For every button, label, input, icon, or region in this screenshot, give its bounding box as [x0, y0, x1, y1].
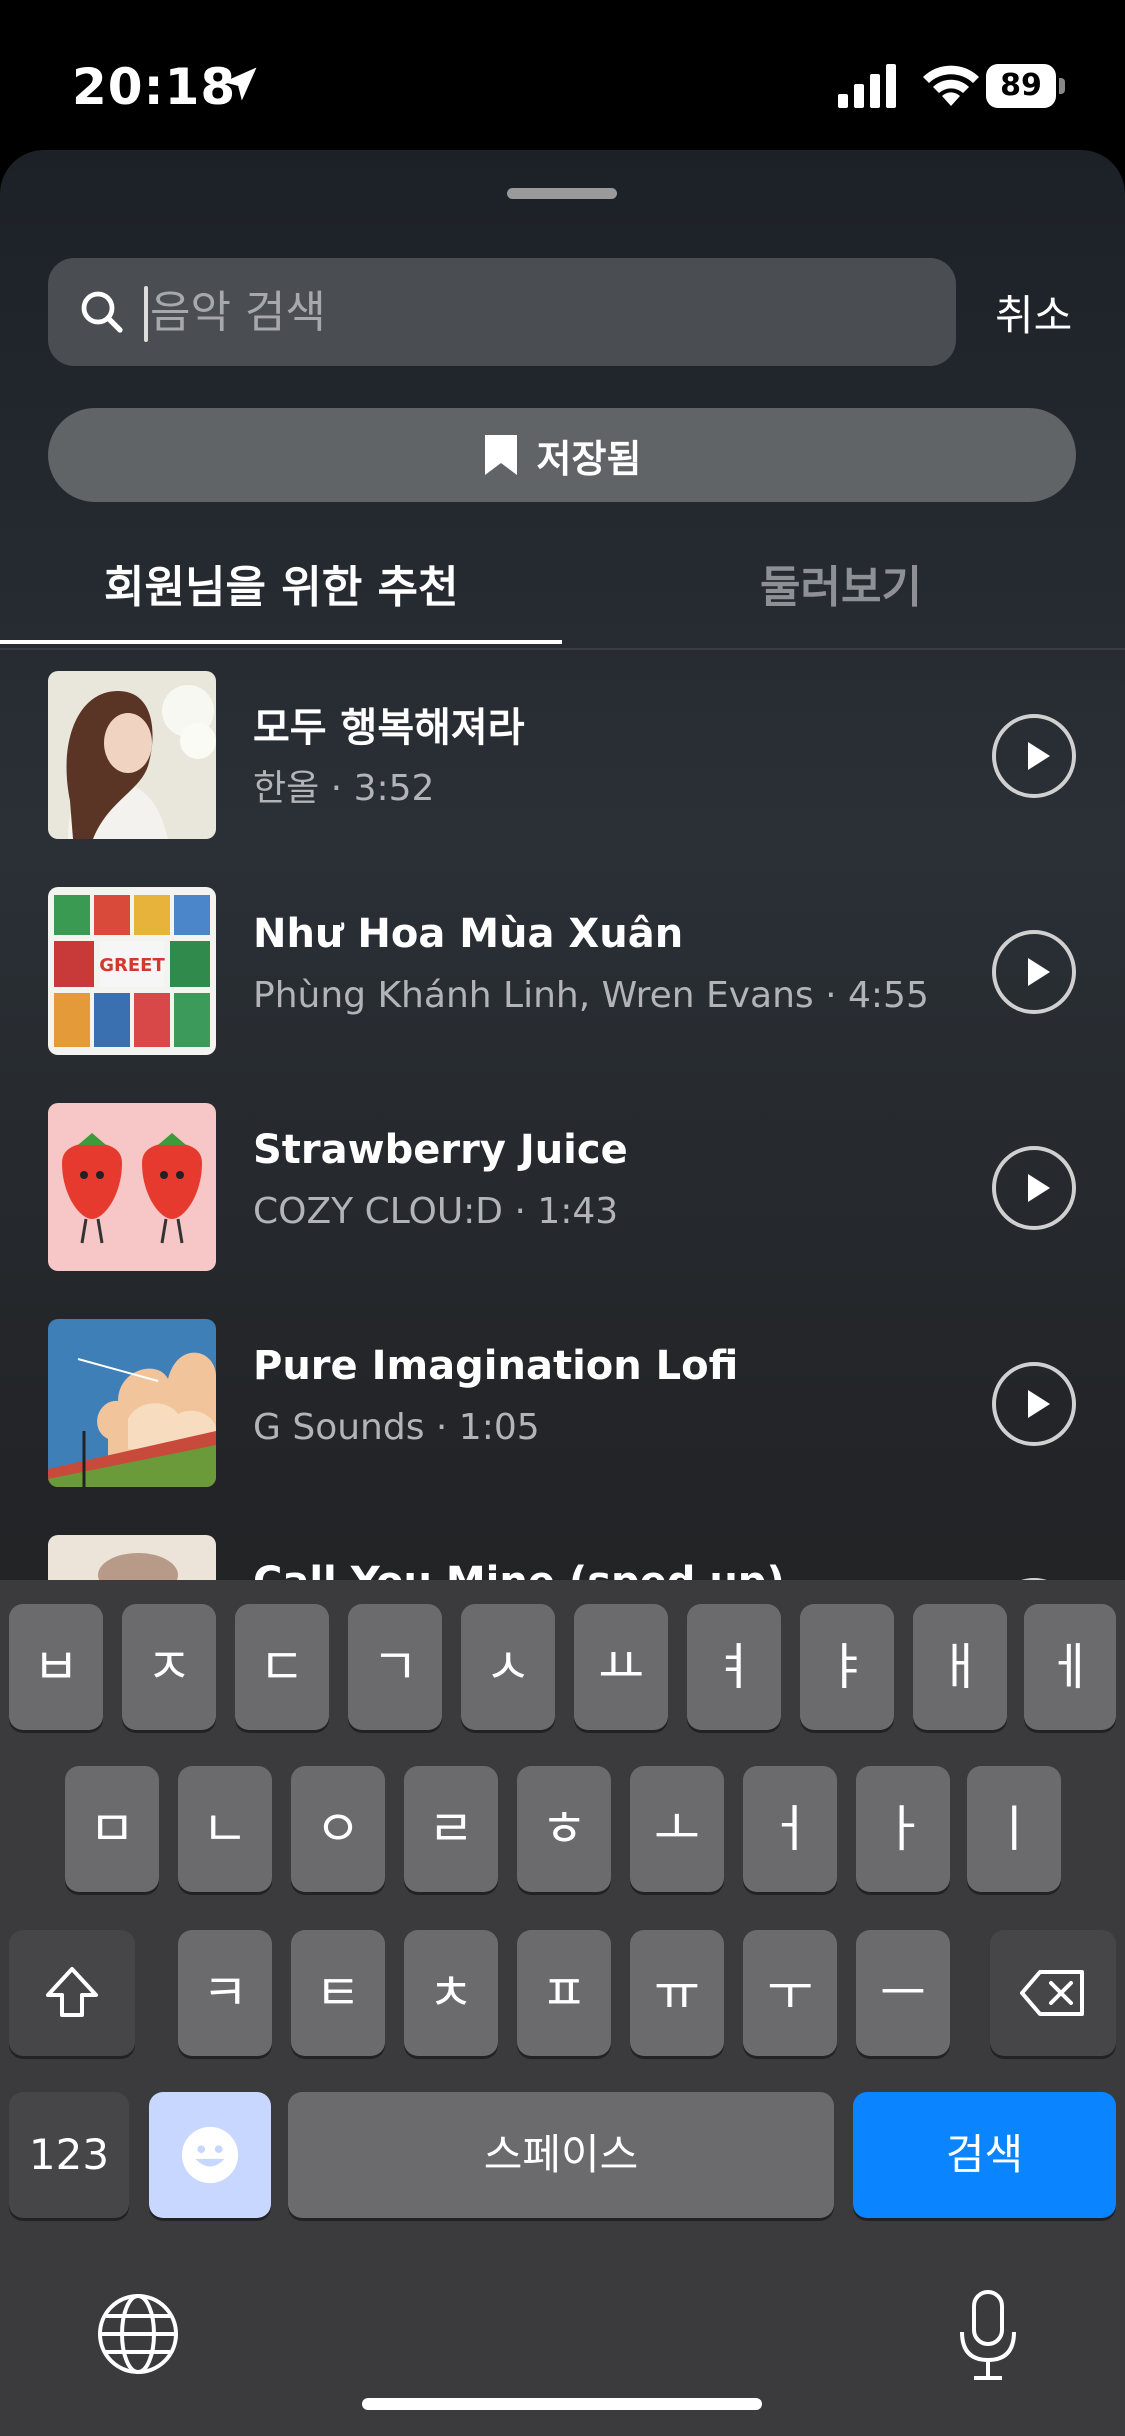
search-icon [81, 291, 123, 333]
tab-bar: 회원님을 위한 추천 둘러보기 [0, 530, 1125, 650]
key[interactable]: ㄴ [178, 1766, 272, 1892]
search-key[interactable]: 검색 [853, 2092, 1116, 2218]
microphone-icon[interactable] [956, 2288, 1020, 2384]
play-button[interactable] [992, 714, 1076, 798]
emoji-icon [181, 2126, 239, 2184]
key[interactable]: ㅛ [574, 1604, 668, 1730]
key[interactable]: ㅁ [65, 1766, 159, 1892]
cellular-signal-icon [838, 64, 896, 108]
key[interactable]: ㅔ [1024, 1604, 1116, 1730]
track-row[interactable]: Pure Imagination Lofi G Sounds · 1:05 [0, 1319, 1125, 1499]
key[interactable]: ㅡ [856, 1930, 950, 2056]
album-art [48, 1103, 216, 1271]
play-icon [1028, 1390, 1050, 1418]
key[interactable]: ㅕ [687, 1604, 781, 1730]
battery-indicator: 89 [986, 64, 1066, 108]
shift-icon [46, 1967, 98, 2017]
battery-level: 89 [986, 64, 1056, 108]
status-time: 20:18 [72, 58, 237, 116]
key[interactable]: ㅊ [404, 1930, 498, 2056]
active-tab-indicator [0, 640, 562, 644]
album-art [48, 671, 216, 839]
tab-browse[interactable]: 둘러보기 [760, 530, 922, 648]
track-row[interactable]: GREET Như Hoa Mùa Xuân Phùng Khánh Linh,… [0, 887, 1125, 1067]
key[interactable]: ㅈ [122, 1604, 216, 1730]
play-icon [1028, 1174, 1050, 1202]
play-button[interactable] [992, 1146, 1076, 1230]
key[interactable]: ㅓ [743, 1766, 837, 1892]
tab-recommended[interactable]: 회원님을 위한 추천 [104, 530, 458, 648]
play-button[interactable] [992, 930, 1076, 1014]
key[interactable]: ㅅ [461, 1604, 555, 1730]
globe-icon[interactable] [96, 2292, 180, 2376]
wifi-icon [923, 65, 979, 106]
cancel-button[interactable]: 취소 [995, 282, 1072, 343]
play-icon [1028, 958, 1050, 986]
backspace-icon [1020, 1970, 1084, 2016]
track-meta: G Sounds · 1:05 [253, 1407, 540, 1448]
status-bar: 20:18 89 [0, 0, 1125, 150]
delete-key[interactable] [990, 1930, 1116, 2056]
key[interactable]: ㅗ [630, 1766, 724, 1892]
location-arrow-icon [223, 67, 257, 101]
track-row[interactable]: Strawberry Juice COZY CLOU:D · 1:43 [0, 1103, 1125, 1283]
key[interactable]: ㅐ [913, 1604, 1007, 1730]
play-button[interactable] [992, 1362, 1076, 1446]
track-meta: 한올 · 3:52 [253, 768, 435, 809]
key[interactable]: ㅜ [743, 1930, 837, 2056]
album-art: GREET [48, 887, 216, 1055]
battery-cap [1059, 78, 1065, 94]
key[interactable]: ㅋ [178, 1930, 272, 2056]
key[interactable]: ㅍ [517, 1930, 611, 2056]
track-title: Pure Imagination Lofi [253, 1343, 739, 1389]
play-icon [1028, 742, 1050, 770]
track-meta: COZY CLOU:D · 1:43 [253, 1191, 619, 1232]
key[interactable]: ㅏ [856, 1766, 950, 1892]
emoji-key[interactable] [149, 2092, 271, 2218]
track-title: Như Hoa Mùa Xuân [253, 911, 684, 957]
search-input[interactable] [150, 258, 910, 366]
svg-text:GREET: GREET [99, 955, 165, 976]
shift-key[interactable] [9, 1930, 135, 2056]
search-bar[interactable] [48, 258, 956, 366]
bookmark-icon [484, 435, 517, 475]
key[interactable]: ㅎ [517, 1766, 611, 1892]
keyboard: ㅂ ㅈ ㄷ ㄱ ㅅ ㅛ ㅕ ㅑ ㅐ ㅔ ㅁ ㄴ ㅇ ㄹ ㅎ ㅗ ㅓ ㅏ ㅣ ㅋ … [0, 1580, 1125, 2436]
track-title: 모두 행복해져라 [253, 705, 525, 751]
key[interactable]: ㅣ [967, 1766, 1061, 1892]
key[interactable]: ㄱ [348, 1604, 442, 1730]
key[interactable]: ㄷ [235, 1604, 329, 1730]
text-caret [144, 286, 148, 342]
track-meta: Phùng Khánh Linh, Wren Evans · 4:55 [253, 975, 929, 1016]
key[interactable]: ㅠ [630, 1930, 724, 2056]
album-art [48, 1319, 216, 1487]
saved-button-label: 저장됨 [536, 436, 642, 481]
saved-button[interactable]: 저장됨 [48, 408, 1076, 502]
track-row[interactable]: 모두 행복해져라 한올 · 3:52 [0, 671, 1125, 851]
key[interactable]: ㅇ [291, 1766, 385, 1892]
key[interactable]: ㅌ [291, 1930, 385, 2056]
track-title: Strawberry Juice [253, 1127, 628, 1173]
sheet-grabber[interactable] [507, 188, 617, 199]
home-indicator[interactable] [362, 2398, 762, 2410]
key[interactable]: ㅂ [9, 1604, 103, 1730]
key[interactable]: ㅑ [800, 1604, 894, 1730]
space-key[interactable]: 스페이스 [288, 2092, 834, 2218]
numbers-key[interactable]: 123 [9, 2092, 129, 2218]
key[interactable]: ㄹ [404, 1766, 498, 1892]
